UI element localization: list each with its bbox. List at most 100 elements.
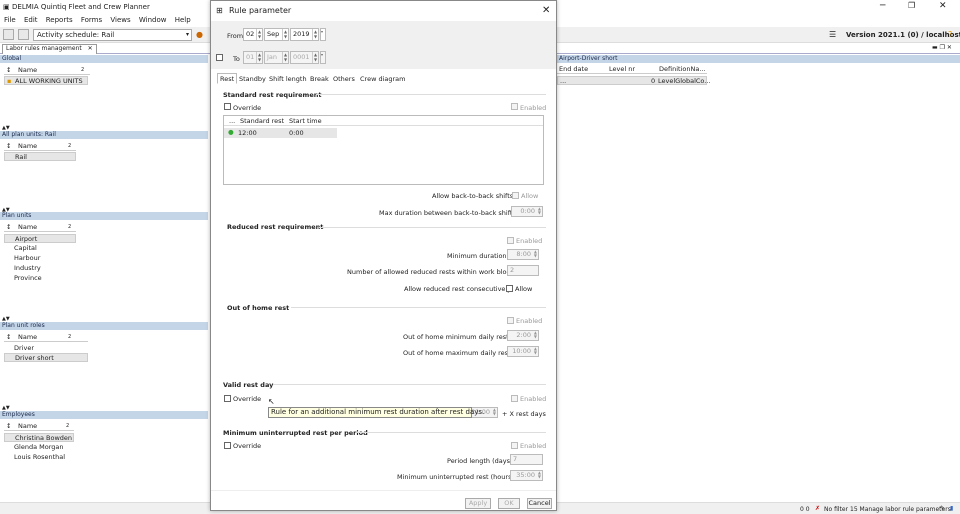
menu-edit[interactable]: Edit — [24, 16, 38, 24]
column-header-name[interactable]: Name — [18, 223, 37, 231]
tab-standby[interactable]: Standby — [236, 73, 269, 84]
column-header-name[interactable]: Name — [18, 333, 37, 341]
divider — [316, 94, 546, 95]
menu-views[interactable]: Views — [110, 16, 130, 24]
period-length-input[interactable]: 7 — [510, 454, 543, 465]
column-header-name[interactable]: Name — [18, 422, 37, 430]
menu-reports[interactable]: Reports — [46, 16, 73, 24]
tab-shift-length[interactable]: Shift length — [266, 73, 310, 84]
tab-break[interactable]: Break — [307, 73, 332, 84]
minimize-icon[interactable]: ─ — [880, 1, 885, 11]
ooh-max-input[interactable]: 10:00 ▲ ▼ — [507, 346, 539, 357]
divider — [273, 384, 546, 385]
tab-others[interactable]: Others — [330, 73, 358, 84]
to-checkbox[interactable] — [216, 54, 223, 61]
list-item[interactable]: ▪ ALL WORKING UNITS — [4, 76, 88, 85]
column-header-level-nr[interactable]: Level nr — [609, 65, 635, 73]
menu-help[interactable]: Help — [175, 16, 191, 24]
list-item[interactable]: Province — [4, 274, 76, 283]
enabled-checkbox[interactable] — [507, 237, 514, 244]
table-row[interactable]: ● 12:00 0:00 — [224, 128, 337, 138]
ok-button[interactable]: OK — [498, 498, 520, 509]
list-item[interactable]: Harbour — [4, 254, 76, 263]
override-checkbox[interactable] — [224, 395, 231, 402]
menu-window[interactable]: Window — [139, 16, 167, 24]
list-item[interactable]: Rail — [4, 152, 76, 161]
to-day-spinner[interactable]: 01 ▲ ▼ — [243, 51, 263, 64]
column-header-name[interactable]: Name — [18, 66, 37, 74]
list-item[interactable]: Driver short — [4, 353, 88, 362]
column-header-start-time[interactable]: Start time — [289, 117, 322, 125]
min-uninterrupted-input[interactable]: 35:00 ▲ ▼ — [510, 470, 543, 481]
dialog-title: Rule parameter — [229, 6, 292, 15]
ooh-min-input[interactable]: 2:00 ▲ ▼ — [507, 330, 539, 341]
from-day-spinner[interactable]: 02 ▲ ▼ — [243, 28, 263, 41]
allow-label: Allow — [521, 192, 539, 200]
help-icon[interactable]: ? — [948, 30, 952, 39]
ooh-min-label: Out of home minimum daily rest — [403, 333, 509, 341]
list-item[interactable]: Driver — [4, 344, 88, 353]
minimum-duration-input[interactable]: 8:00 ▲ ▼ — [507, 249, 539, 260]
edit-icon[interactable]: ✎ — [940, 505, 945, 512]
sort-icon[interactable]: ↕ — [6, 142, 11, 150]
column-header-standard-rest[interactable]: Standard rest — [240, 117, 284, 125]
standard-rest-table: ... Standard rest Start time ● 12:00 0:0… — [223, 115, 544, 185]
redo-button[interactable] — [18, 29, 29, 40]
num-allowed-input[interactable]: 2 — [507, 265, 539, 276]
undo-button[interactable] — [3, 29, 14, 40]
section-title-standard-rest: Standard rest requirement — [223, 91, 322, 99]
list-icon[interactable]: ☰ — [829, 30, 836, 39]
rest-days-suffix: + X rest days — [502, 410, 546, 418]
list-item[interactable]: Airport — [4, 234, 76, 243]
list-item[interactable]: Capital — [4, 244, 76, 253]
list-item[interactable]: Christina Bowden — [4, 433, 74, 442]
list-item[interactable]: Glenda Morgan — [4, 443, 74, 452]
from-month-spinner[interactable]: Sep ▲ ▼ — [264, 28, 289, 41]
section-header-plan-units: Plan units — [0, 212, 208, 220]
tab-crew-diagram[interactable]: Crew diagram — [357, 73, 408, 84]
override-checkbox[interactable] — [224, 103, 231, 110]
schedule-select[interactable]: Activity schedule: Rail ▾ — [33, 29, 192, 41]
max-duration-input[interactable]: 0:00 ▲ ▼ — [511, 206, 543, 217]
from-year-spinner[interactable]: 2019 ▲ ▼ — [290, 28, 319, 41]
panel-icon[interactable]: ▮ — [950, 505, 953, 512]
tooltip: Rule for an additional minimum rest dura… — [268, 407, 484, 418]
to-month-spinner[interactable]: Jan ▲ ▼ — [264, 51, 289, 64]
back-to-back-checkbox[interactable] — [512, 192, 519, 199]
user-icon[interactable]: ● — [196, 30, 203, 39]
to-year-spinner[interactable]: 0001 ▲ ▼ — [290, 51, 319, 64]
enabled-checkbox[interactable] — [507, 317, 514, 324]
enabled-label: Enabled — [516, 237, 543, 245]
window-controls[interactable]: ▬ ❐ ✕ — [932, 44, 952, 51]
column-header-definition-name[interactable]: DefinitionNa... — [659, 65, 706, 73]
from-dropdown[interactable]: ▾ — [320, 28, 326, 41]
menu-file[interactable]: File — [4, 16, 16, 24]
sort-icon[interactable]: ↕ — [6, 223, 11, 231]
grid-header: End date Level nr DefinitionNa... — [557, 64, 707, 74]
list-item[interactable]: Louis Rosenthal — [4, 453, 74, 462]
close-tab-icon[interactable]: ✕ — [88, 45, 93, 52]
override-checkbox[interactable] — [224, 442, 231, 449]
enabled-checkbox[interactable] — [511, 103, 518, 110]
filter-icon[interactable]: ✗ — [815, 505, 820, 512]
sort-icon[interactable]: ↕ — [6, 66, 11, 74]
table-row[interactable]: ... 0 LevelGlobalCo... — [557, 76, 711, 85]
close-dialog-icon[interactable]: ✕ — [542, 1, 550, 21]
list-item[interactable]: Industry — [4, 264, 76, 273]
enabled-checkbox[interactable] — [511, 442, 518, 449]
consecutive-checkbox[interactable] — [506, 285, 513, 292]
close-window-icon[interactable]: ✕ — [939, 1, 947, 11]
menu-forms[interactable]: Forms — [81, 16, 102, 24]
tab-rest[interactable]: Rest — [217, 73, 238, 84]
column-header-end-date[interactable]: End date — [559, 65, 588, 73]
cancel-button[interactable]: Cancel — [527, 498, 552, 509]
tab-labor-rules-management[interactable]: Labor rules management ✕ — [2, 44, 97, 54]
sort-icon[interactable]: ↕ — [6, 333, 11, 341]
to-dropdown[interactable]: ▾ — [320, 51, 326, 64]
sort-icon[interactable]: ↕ — [6, 422, 11, 430]
apply-button[interactable]: Apply — [465, 498, 491, 509]
enabled-checkbox[interactable] — [511, 395, 518, 402]
section-title-reduced-rest: Reduced rest requirement — [227, 223, 324, 231]
column-header-name[interactable]: Name — [18, 142, 37, 150]
restore-icon[interactable]: ❐ — [908, 1, 915, 10]
